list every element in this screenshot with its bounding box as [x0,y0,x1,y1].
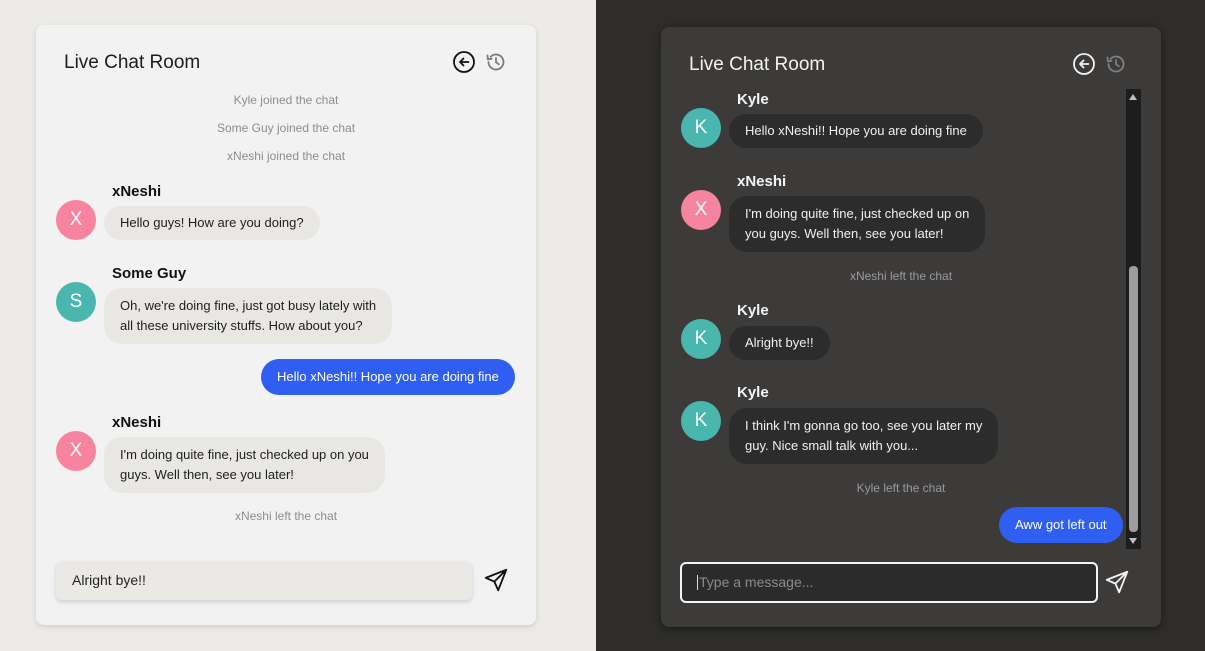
message-bubble: Hello xNeshi!! Hope you are doing fine [729,114,983,148]
chat-window-light: Live Chat Room Kyle joined the chat Some… [36,25,536,625]
history-icon[interactable] [484,50,508,74]
system-message: xNeshi left the chat [234,509,338,523]
dark-theme-panel: Live Chat Room Kyle K Hello xNeshi!! Hop… [596,0,1205,651]
message-list[interactable]: Kyle joined the chat Some Guy joined the… [36,85,536,555]
message-sender: Kyle [737,384,769,401]
avatar: K [681,108,721,148]
system-message: Kyle left the chat [856,481,946,495]
message-sender: xNeshi [737,173,787,190]
back-arrow-circle-icon[interactable] [452,50,476,74]
history-icon[interactable] [1104,52,1128,76]
message-bubble: I'm doing quite fine, just checked up on… [729,196,986,252]
light-theme-panel: Live Chat Room Kyle joined the chat Some… [0,0,596,651]
message-sender: xNeshi [112,414,162,431]
text-caret [697,575,698,590]
message-bubble: I think I'm gonna go too, see you later … [729,408,999,464]
own-message-bubble: Hello xNeshi!! Hope you are doing fine [261,359,515,395]
message-list[interactable]: Kyle K Hello xNeshi!! Hope you are doing… [661,89,1141,549]
system-message: xNeshi left the chat [849,269,953,283]
scrollbar[interactable] [1126,89,1141,549]
message-bubble: Oh, we're doing fine, just got busy late… [104,288,393,344]
back-arrow-circle-icon[interactable] [1072,52,1096,76]
system-message: Some Guy joined the chat [216,121,356,135]
chat-title: Live Chat Room [689,54,826,75]
message-sender: Some Guy [112,265,187,282]
chat-window-dark: Live Chat Room Kyle K Hello xNeshi!! Hop… [661,27,1161,627]
message-input[interactable]: Alright bye!! [56,561,472,600]
message-bubble: I'm doing quite fine, just checked up on… [104,437,385,493]
message-bubble: Hello guys! How are you doing? [104,206,320,240]
chat-title: Live Chat Room [64,52,201,73]
avatar: X [681,190,721,230]
system-message: Kyle joined the chat [233,93,339,107]
send-icon[interactable] [1104,569,1130,595]
scrollbar-thumb[interactable] [1129,266,1138,532]
send-icon[interactable] [483,567,509,593]
message-bubble: Alright bye!! [729,326,830,360]
avatar: K [681,319,721,359]
avatar: X [56,431,96,471]
avatar: K [681,401,721,441]
scroll-up-arrow-icon[interactable] [1129,94,1137,100]
message-sender: Kyle [737,302,769,319]
message-sender: Kyle [737,91,769,108]
message-sender: xNeshi [112,183,162,200]
avatar: S [56,282,96,322]
scroll-down-arrow-icon[interactable] [1129,538,1137,544]
message-input[interactable]: Type a message... [680,562,1098,603]
input-placeholder: Type a message... [699,574,814,590]
own-message-bubble: Aww got left out [999,507,1123,543]
system-message: xNeshi joined the chat [226,149,346,163]
avatar: X [56,200,96,240]
